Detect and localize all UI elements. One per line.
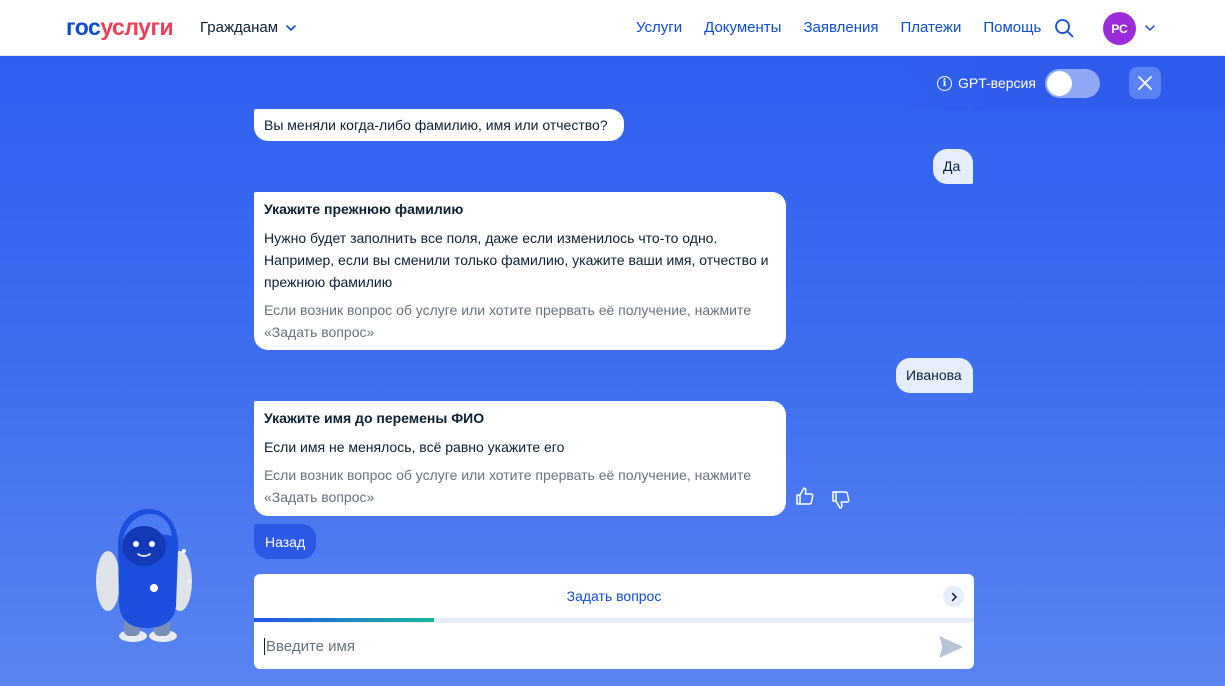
toggle-knob <box>1047 71 1072 96</box>
gpt-version-toggle[interactable] <box>1045 69 1100 98</box>
message-hint: Если возник вопрос об услуге или хотите … <box>264 467 751 505</box>
close-icon <box>1138 76 1152 90</box>
bot-message: Укажите прежнюю фамилию Нужно будет запо… <box>254 192 786 350</box>
thumbs-down-icon[interactable] <box>831 490 851 510</box>
bot-message: Укажите имя до перемены ФИО Если имя не … <box>254 401 786 516</box>
message-text: Да <box>943 158 961 174</box>
user-avatar[interactable]: РС <box>1103 12 1136 45</box>
message-input-row <box>254 622 974 669</box>
gosuslugi-logo[interactable]: госуслуги <box>66 14 174 41</box>
nav-item-applications[interactable]: Заявления <box>803 19 878 36</box>
user-message: Иванова <box>896 358 973 393</box>
nav-item-help[interactable]: Помощь <box>983 19 1041 36</box>
nav-item-documents[interactable]: Документы <box>704 19 781 36</box>
message-text: Если имя не менялось, всё равно укажите … <box>264 439 565 455</box>
message-title: Укажите имя до перемены ФИО <box>264 410 485 426</box>
chat-area: i GPT-версия Вы меняли когда-либо фамили… <box>0 56 1225 686</box>
user-message: Да <box>933 149 973 184</box>
audience-label: Гражданам <box>200 19 279 36</box>
search-icon[interactable] <box>1054 18 1074 38</box>
chevron-right-icon <box>943 586 964 607</box>
gpt-version-label: i GPT-версия <box>937 75 1036 91</box>
message-text: Иванова <box>906 367 962 383</box>
name-input[interactable] <box>264 637 904 655</box>
bot-message: Вы меняли когда-либо фамилию, имя или от… <box>254 109 624 141</box>
thumbs-up-icon[interactable] <box>795 486 815 506</box>
back-button[interactable]: Назад <box>254 524 317 559</box>
ask-question-button[interactable]: Задать вопрос <box>254 574 974 618</box>
nav-item-services[interactable]: Услуги <box>636 19 682 36</box>
robot-mascot-image <box>96 509 192 642</box>
message-hint: Если возник вопрос об услуге или хотите … <box>264 302 751 340</box>
message-title: Укажите прежнюю фамилию <box>264 201 464 217</box>
send-icon[interactable] <box>939 636 963 658</box>
gpt-label-text: GPT-версия <box>958 75 1036 91</box>
message-text: Нужно будет заполнить все поля, даже есл… <box>264 230 769 290</box>
message-text: Вы меняли когда-либо фамилию, имя или от… <box>264 117 608 133</box>
input-panel: Задать вопрос <box>254 574 974 669</box>
logo-part-gos: гос <box>66 14 101 40</box>
ask-question-label: Задать вопрос <box>566 588 662 604</box>
nav-item-payments[interactable]: Платежи <box>901 19 962 36</box>
logo-part-uslugi: услуги <box>100 14 174 40</box>
chevron-down-icon <box>286 24 296 31</box>
audience-selector[interactable]: Гражданам <box>200 19 298 36</box>
info-icon[interactable]: i <box>937 75 952 91</box>
top-header: госуслуги Гражданам Услуги Документы Зая… <box>0 0 1225 56</box>
close-button[interactable] <box>1129 67 1161 99</box>
chevron-down-icon[interactable] <box>1144 22 1156 34</box>
main-nav: Услуги Документы Заявления Платежи Помощ… <box>636 19 1041 36</box>
